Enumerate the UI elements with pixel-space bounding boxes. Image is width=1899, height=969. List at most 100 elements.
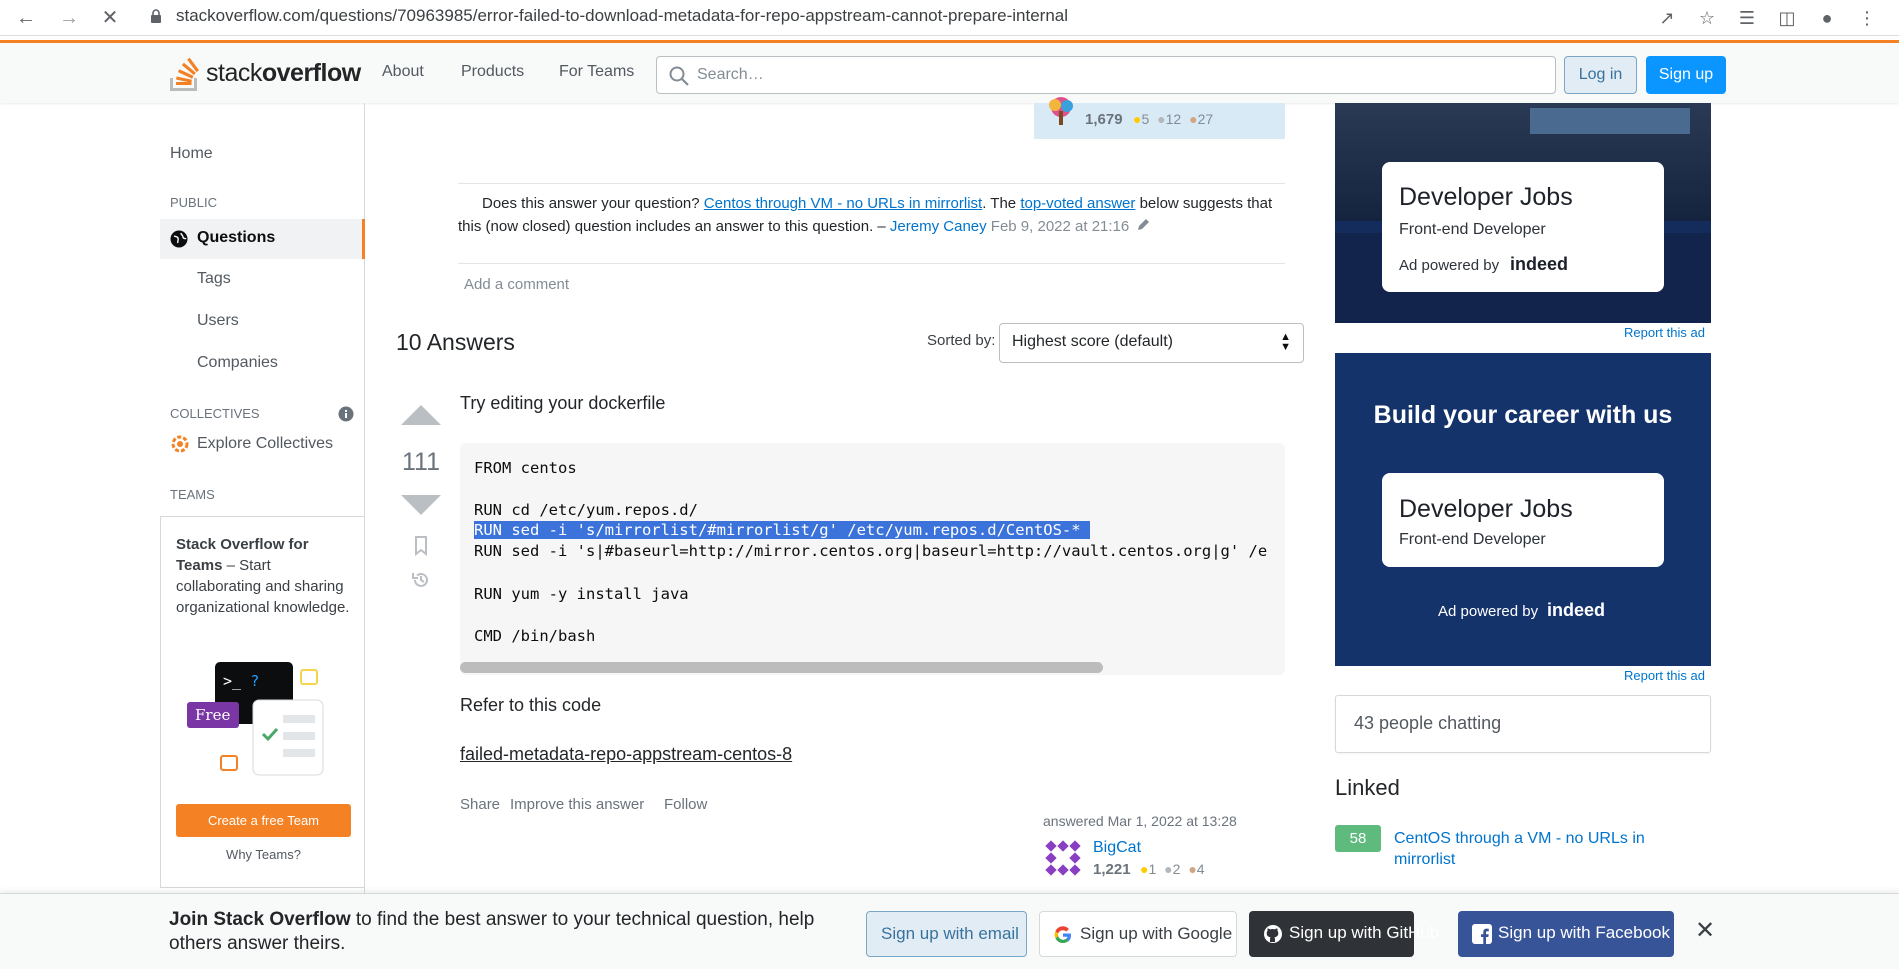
svg-text:?: ? xyxy=(251,672,259,690)
chat-widget[interactable]: 43 people chatting xyxy=(1335,695,1711,753)
upvote-icon[interactable] xyxy=(398,403,444,427)
comment-link-duplicate[interactable]: Centos through VM - no URLs in mirrorlis… xyxy=(704,195,982,212)
ad-title: Developer Jobs xyxy=(1399,495,1573,523)
answer-author[interactable]: BigCat xyxy=(1093,839,1141,857)
site-header: stackoverflow About Products For Teams S… xyxy=(0,40,1899,103)
free-badge-text: Free xyxy=(195,706,230,724)
code-line-selected: RUN sed -i 's/mirrorlist/#mirrorlist/g' … xyxy=(474,521,1090,539)
share-icon[interactable]: ↗ xyxy=(1653,4,1681,32)
profile-icon[interactable]: ● xyxy=(1813,4,1841,32)
sidebar-item-home[interactable]: Home xyxy=(170,145,213,163)
improve-answer-link[interactable]: Improve this answer xyxy=(510,796,644,813)
side-panel-icon[interactable]: ◫ xyxy=(1773,4,1801,32)
add-comment-link[interactable]: Add a comment xyxy=(464,276,569,293)
downvote-icon[interactable] xyxy=(398,493,444,517)
lock-icon[interactable] xyxy=(150,9,162,23)
login-button[interactable]: Log in xyxy=(1564,56,1637,94)
select-arrows-icon: ▲ ▼ xyxy=(1280,331,1291,353)
site-logo[interactable]: stackoverflow xyxy=(168,55,361,92)
ad-subtitle: Front-end Developer xyxy=(1399,531,1546,548)
bookmark-icon[interactable] xyxy=(414,536,428,556)
answer-author-reputation: 1,221 xyxy=(1093,861,1131,878)
address-bar[interactable]: stackoverflow.com/questions/70963985/err… xyxy=(176,6,1068,26)
sidebar-item-questions[interactable]: Questions xyxy=(160,219,365,259)
indeed-logo: indeed xyxy=(1547,600,1606,620)
comment-link-top-voted[interactable]: top-voted answer xyxy=(1020,195,1135,212)
signup-banner: Join Stack Overflow to find the best ans… xyxy=(0,893,1899,969)
back-icon[interactable]: ← xyxy=(12,4,40,32)
forward-icon[interactable]: → xyxy=(55,4,83,32)
sidebar-item-companies[interactable]: Companies xyxy=(197,354,278,372)
signup-google-button[interactable]: Sign up with Google xyxy=(1039,911,1237,957)
avatar[interactable] xyxy=(1044,97,1078,127)
edit-pencil-icon[interactable] xyxy=(1137,218,1150,231)
signup-facebook-button[interactable]: Sign up with Facebook xyxy=(1458,911,1674,957)
answer-body: Try editing your dockerfile FROM centos … xyxy=(460,393,1285,813)
why-teams-link[interactable]: Why Teams? xyxy=(161,847,366,862)
code-block[interactable]: FROM centos RUN cd /etc/yum.repos.d/ RUN… xyxy=(460,443,1285,675)
refer-text: Refer to this code xyxy=(460,695,602,715)
owner-badges: ●5 ●12 ●27 xyxy=(1133,111,1214,127)
sidebar-section-teams: TEAMS xyxy=(170,487,215,502)
ad-card: Developer Jobs Front-end Developer Ad po… xyxy=(1382,162,1664,292)
ad-developer-jobs[interactable]: Developer Jobs Front-end Developer Ad po… xyxy=(1335,103,1711,323)
collectives-icon xyxy=(171,435,189,453)
code-line: RUN yum -y install java xyxy=(474,585,689,603)
comment-author[interactable]: Jeremy Caney xyxy=(890,218,987,235)
answer-link[interactable]: failed-metadata-repo-appstream-centos-8 xyxy=(460,744,792,765)
indeed-logo: indeed xyxy=(1510,254,1569,274)
code-line: FROM centos xyxy=(474,459,577,477)
linked-heading: Linked xyxy=(1335,775,1400,800)
facebook-icon xyxy=(1472,924,1492,944)
avatar[interactable] xyxy=(1043,838,1083,878)
answer-intro: Try editing your dockerfile xyxy=(460,393,666,413)
teams-promo-text: Stack Overflow for Teams – Start collabo… xyxy=(176,536,350,616)
answered-date: answered Mar 1, 2022 at 13:28 xyxy=(1043,813,1237,829)
sidebar-item-tags[interactable]: Tags xyxy=(197,270,231,288)
vote-count: 111 xyxy=(401,448,440,476)
create-team-button[interactable]: Create a free Team xyxy=(176,804,351,837)
search-input[interactable]: Search… xyxy=(656,56,1556,94)
svg-text:>_: >_ xyxy=(223,672,242,690)
share-link[interactable]: Share xyxy=(460,796,500,813)
history-icon[interactable] xyxy=(411,570,431,590)
stop-loading-icon[interactable]: ✕ xyxy=(96,4,124,32)
sort-select[interactable]: Highest score (default) ▲ ▼ xyxy=(999,323,1304,363)
nav-products[interactable]: Products xyxy=(461,63,524,81)
search-placeholder: Search… xyxy=(697,66,764,83)
horizontal-scrollbar[interactable] xyxy=(460,662,1103,673)
report-ad-link[interactable]: Report this ad xyxy=(1624,325,1705,340)
bookmark-star-icon[interactable]: ☆ xyxy=(1693,4,1721,32)
sidebar-item-users[interactable]: Users xyxy=(197,312,239,330)
stackoverflow-logo-icon xyxy=(170,57,199,91)
code-line: RUN sed -i 's|#baseurl=http://mirror.cen… xyxy=(474,542,1268,560)
signup-button[interactable]: Sign up xyxy=(1646,56,1726,94)
report-ad-link[interactable]: Report this ad xyxy=(1624,668,1705,683)
owner-reputation: 1,679 xyxy=(1085,111,1123,128)
ad-subtitle: Front-end Developer xyxy=(1399,221,1546,238)
globe-icon xyxy=(170,230,188,248)
divider xyxy=(458,263,1285,264)
reading-list-icon[interactable]: ☰ xyxy=(1733,4,1761,32)
google-icon xyxy=(1054,926,1072,944)
sidebar-item-explore-collectives[interactable]: Explore Collectives xyxy=(197,435,333,453)
signup-email-button[interactable]: Sign up with email xyxy=(866,911,1027,957)
close-icon[interactable]: ✕ xyxy=(1695,916,1715,945)
nav-about[interactable]: About xyxy=(382,63,424,81)
nav-for-teams[interactable]: For Teams xyxy=(559,63,634,81)
menu-icon[interactable]: ⋮ xyxy=(1853,4,1881,32)
linked-vote-badge[interactable]: 58 xyxy=(1335,825,1381,852)
github-icon xyxy=(1264,925,1282,943)
linked-question-link[interactable]: CentOS through a VM - no URLs in mirrorl… xyxy=(1394,828,1674,870)
comment: Does this answer your question? Centos t… xyxy=(458,183,1285,238)
question-owner-card: 1,679 ●5 ●12 ●27 xyxy=(1034,97,1285,139)
ad-powered: Ad powered by xyxy=(1438,603,1539,620)
follow-link[interactable]: Follow xyxy=(664,796,707,813)
vote-cell: 111 xyxy=(398,403,444,587)
info-icon[interactable] xyxy=(338,406,354,422)
sidebar-item-label: Questions xyxy=(197,229,276,246)
sidebar-section-public: PUBLIC xyxy=(170,195,217,210)
sorted-by-label: Sorted by: xyxy=(927,332,996,349)
signup-github-button[interactable]: Sign up with GitHub xyxy=(1249,911,1439,957)
ad-build-career[interactable]: Build your career with us Developer Jobs… xyxy=(1335,353,1711,666)
